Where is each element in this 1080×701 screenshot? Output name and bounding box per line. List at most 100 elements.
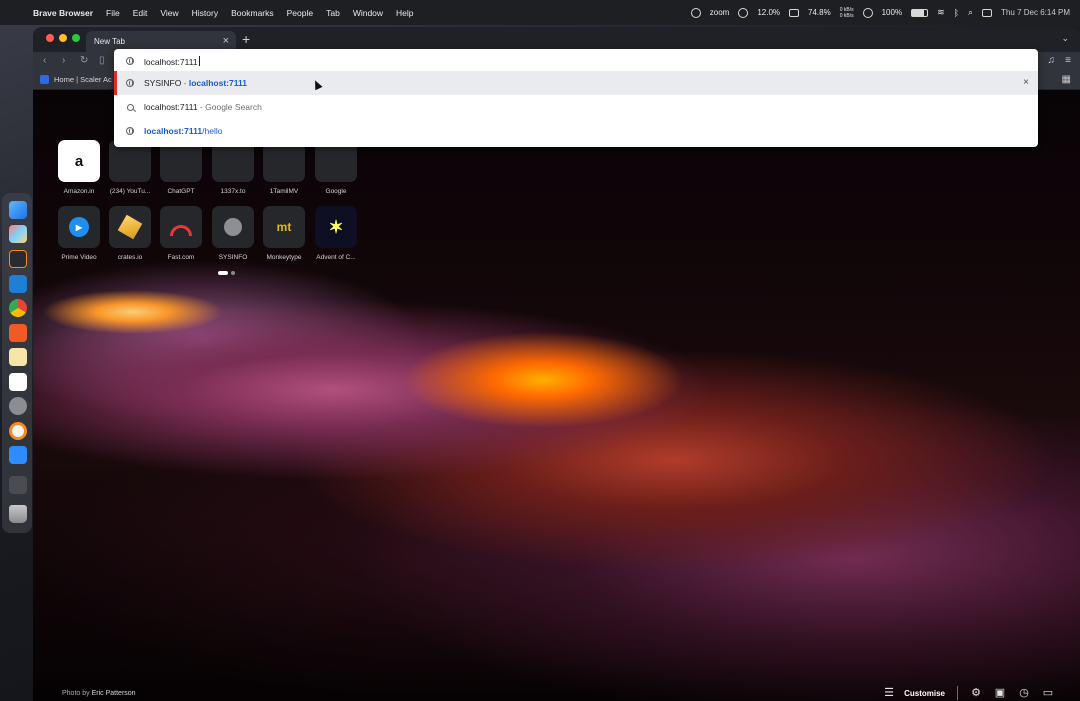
- bookmark-scaler[interactable]: Home | Scaler Ac: [40, 75, 112, 84]
- suggestion-url: localhost:7111: [188, 78, 247, 88]
- minimize-window-button[interactable]: [59, 34, 67, 42]
- scaler-icon: [40, 75, 49, 84]
- suggestion-item[interactable]: localhost:7111/hello: [114, 119, 1038, 143]
- menu-tab[interactable]: Tab: [326, 8, 340, 18]
- page-dot-active[interactable]: [218, 271, 228, 275]
- menu-people[interactable]: People: [287, 8, 313, 18]
- history-icon[interactable]: ◷: [1018, 687, 1030, 699]
- top-site-label: SYSINFO: [218, 254, 248, 261]
- new-tab-button[interactable]: +: [242, 31, 250, 47]
- top-site-tile[interactable]: ▶ Prime Video: [53, 206, 105, 261]
- top-site-label: Prime Video: [61, 254, 97, 261]
- brave-icon[interactable]: [9, 324, 27, 342]
- close-icon[interactable]: ×: [223, 35, 229, 47]
- suggestion-query: localhost:7111: [144, 102, 198, 112]
- battery-icon[interactable]: [911, 8, 929, 17]
- slack-icon[interactable]: [9, 373, 27, 391]
- address-input-row[interactable]: localhost:7111: [114, 49, 1038, 73]
- notes-icon[interactable]: [9, 348, 27, 366]
- zoom-status[interactable]: zoom: [710, 8, 730, 17]
- suggestion-separator: -: [197, 102, 206, 112]
- page-dot[interactable]: [231, 271, 235, 275]
- menu-bar: Brave Browser File Edit View History Boo…: [0, 0, 1080, 25]
- vscode-icon[interactable]: [9, 275, 27, 293]
- network-speed[interactable]: 0 kB/s 0 kB/s: [840, 7, 854, 19]
- top-site-tile[interactable]: 1TamilMV: [258, 140, 310, 195]
- reload-icon[interactable]: ↻: [80, 55, 88, 66]
- top-site-tile[interactable]: Fast.com: [155, 206, 207, 261]
- address-input[interactable]: localhost:7111: [144, 55, 200, 67]
- wifi-icon[interactable]: ≋: [937, 7, 945, 18]
- advent-of-code-icon: ✶: [315, 206, 357, 248]
- menu-window[interactable]: Window: [353, 8, 383, 18]
- suggestion-item[interactable]: localhost:7111 - Google Search: [114, 95, 1038, 119]
- bluetooth-icon[interactable]: ᛒ: [954, 8, 959, 18]
- chrome-icon[interactable]: [9, 299, 27, 317]
- record-icon[interactable]: [690, 7, 701, 18]
- top-site-tile[interactable]: Google: [310, 140, 362, 195]
- reading-list-icon[interactable]: ▦: [1062, 74, 1071, 85]
- memory-usage[interactable]: 74.8%: [808, 8, 831, 17]
- top-site-tile[interactable]: (234) YouTu...: [104, 140, 156, 195]
- system-settings-icon[interactable]: [9, 397, 27, 415]
- finder-icon[interactable]: [9, 201, 27, 219]
- top-site-label: Google: [325, 188, 347, 195]
- suggestion-separator: -: [181, 78, 189, 88]
- fast-com-icon: [160, 206, 202, 248]
- top-site-tile[interactable]: mt Monkeytype: [258, 206, 310, 261]
- media-icon[interactable]: ♫: [1048, 55, 1056, 66]
- play-icon[interactable]: [862, 7, 873, 18]
- top-site-label: 1337x.to: [220, 188, 246, 195]
- top-site-tile[interactable]: ChatGPT: [155, 140, 207, 195]
- search-icon: [125, 102, 135, 112]
- launchpad-icon[interactable]: [9, 225, 27, 243]
- top-site-tile[interactable]: ✶ Advent of C...: [310, 206, 362, 261]
- menu-help[interactable]: Help: [396, 8, 413, 18]
- top-sites-pager: [218, 271, 235, 275]
- zoom-app-icon[interactable]: [9, 446, 27, 464]
- downloads-folder-icon[interactable]: [9, 476, 27, 494]
- zoom-window-button[interactable]: [72, 34, 80, 42]
- top-site-tile[interactable]: crates.io: [104, 206, 156, 261]
- customise-button[interactable]: ☰ Customise: [883, 687, 945, 699]
- video-call-icon[interactable]: ▭: [1042, 687, 1054, 699]
- top-site-tile[interactable]: SYSINFO: [207, 206, 259, 261]
- alacritty-icon[interactable]: [9, 250, 27, 268]
- headphones-icon[interactable]: [738, 7, 749, 18]
- bookmarks-icon[interactable]: ▣: [994, 687, 1006, 699]
- clock[interactable]: Thu 7 Dec 6:14 PM: [1001, 8, 1070, 17]
- chevron-down-icon[interactable]: ⌄: [1061, 33, 1069, 44]
- postman-icon[interactable]: [9, 422, 27, 440]
- trash-icon[interactable]: [9, 505, 27, 523]
- menu-history[interactable]: History: [192, 8, 218, 18]
- forward-icon[interactable]: ›: [62, 55, 65, 66]
- new-tab-page: a Amazon.in (234) YouTu... ChatGPT 1337x…: [33, 90, 1080, 701]
- app-menu[interactable]: Brave Browser: [33, 8, 93, 18]
- control-center-icon[interactable]: [982, 8, 993, 17]
- back-icon[interactable]: ‹: [43, 55, 46, 66]
- network-down: 0 kB/s: [839, 12, 854, 19]
- top-site-label: Amazon.in: [63, 188, 95, 195]
- amazon-icon: a: [58, 140, 100, 182]
- menu-edit[interactable]: Edit: [133, 8, 148, 18]
- settings-gear-icon[interactable]: ⚙: [970, 687, 982, 699]
- top-site-tile[interactable]: 1337x.to: [207, 140, 259, 195]
- close-window-button[interactable]: [46, 34, 54, 42]
- remove-suggestion-icon[interactable]: ×: [1023, 77, 1029, 88]
- cpu-usage[interactable]: 12.0%: [757, 8, 780, 17]
- top-site-label: ChatGPT: [167, 188, 195, 195]
- menu-bookmarks[interactable]: Bookmarks: [231, 8, 274, 18]
- suggestion-item[interactable]: SYSINFO - localhost:7111 ×: [114, 71, 1038, 95]
- menu-icon[interactable]: ≡: [1065, 55, 1071, 66]
- top-site-tile[interactable]: a Amazon.in: [53, 140, 105, 195]
- spotlight-search-icon[interactable]: ⌕: [968, 7, 973, 18]
- globe-icon: [125, 56, 135, 66]
- globe-icon: [212, 206, 254, 248]
- photo-author-link[interactable]: Eric Patterson: [92, 690, 136, 697]
- photo-credit-prefix: Photo by: [62, 690, 90, 697]
- menu-file[interactable]: File: [106, 8, 120, 18]
- bookmark-icon[interactable]: ▯: [99, 55, 105, 66]
- tab-title: New Tab: [94, 37, 125, 46]
- menu-view[interactable]: View: [160, 8, 178, 18]
- customise-label: Customise: [904, 688, 945, 698]
